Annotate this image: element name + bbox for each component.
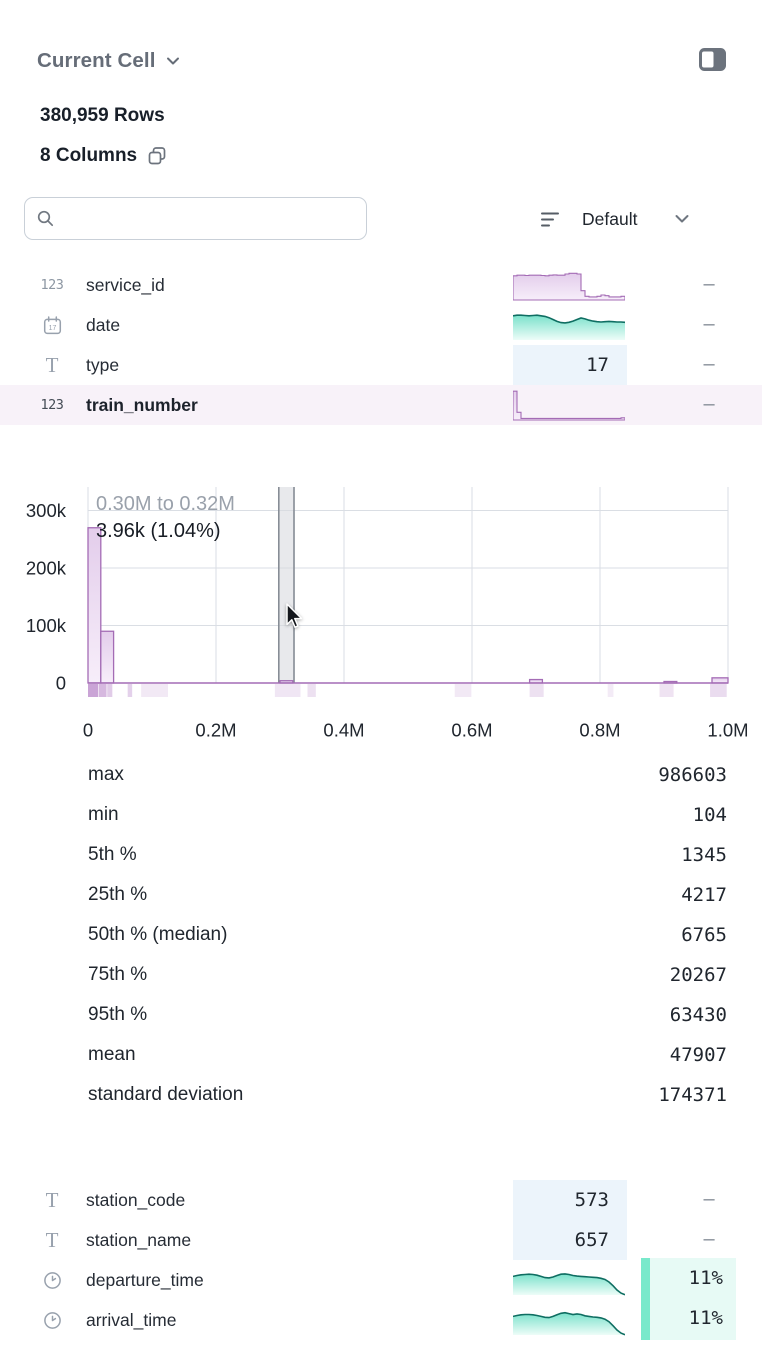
panel-toggle-icon[interactable] (699, 48, 726, 71)
column-name: train_number (86, 385, 198, 425)
column-name: date (86, 305, 120, 345)
column-name: station_code (86, 1180, 185, 1220)
stat-row: 75th %20267 (0, 955, 762, 995)
stat-row: 5th %1345 (0, 835, 762, 875)
clock-icon (34, 1260, 70, 1300)
search-input[interactable] (63, 209, 354, 229)
row-count: 380,959 Rows (40, 105, 165, 127)
histogram-hover-range: 0.30M to 0.32M (96, 491, 235, 517)
text-type-icon: T (34, 345, 70, 385)
departure-time-sparkline (513, 1264, 625, 1296)
svg-text:0: 0 (83, 720, 93, 741)
null-dash: – (694, 305, 724, 343)
sort-dropdown[interactable]: Default (541, 203, 690, 235)
text-type-icon: T (34, 1220, 70, 1260)
null-dash: – (694, 1220, 724, 1258)
stat-row: 50th % (median)6765 (0, 915, 762, 955)
column-name: arrival_time (86, 1300, 176, 1340)
svg-text:0.2M: 0.2M (195, 720, 236, 741)
null-percentage-badge: 11% 11% (641, 1258, 736, 1340)
stat-row: standard deviation174371 (0, 1075, 762, 1115)
column-count: 8 Columns (40, 145, 137, 167)
column-name: type (86, 345, 119, 385)
copy-icon[interactable] (147, 146, 167, 166)
text-type-icon: T (34, 1180, 70, 1220)
column-row-station-name[interactable]: T station_name 657 – (0, 1220, 762, 1260)
column-name: service_id (86, 265, 165, 305)
unique-count-badge: 573 (513, 1180, 627, 1220)
stat-row: mean47907 (0, 1035, 762, 1075)
number-type-icon: 123 (34, 385, 70, 425)
column-row-train-number[interactable]: 123 train_number – (0, 385, 762, 425)
svg-text:100k: 100k (26, 615, 67, 636)
column-row-date[interactable]: 17 date – (0, 305, 762, 345)
unique-count-badge: 17 (513, 345, 627, 385)
null-pct-arrival: 11% (650, 1298, 736, 1338)
svg-text:1.0M: 1.0M (707, 720, 748, 741)
svg-text:0: 0 (56, 673, 66, 694)
column-name: station_name (86, 1220, 191, 1260)
column-row-service-id[interactable]: 123 service_id – (0, 265, 762, 305)
column-search (24, 197, 367, 240)
calendar-icon: 17 (34, 305, 70, 345)
stat-row: 95th %63430 (0, 995, 762, 1035)
sort-selected-value: Default (582, 209, 637, 230)
chevron-down-icon (674, 214, 690, 224)
unique-count-badge: 657 (513, 1220, 627, 1260)
arrival-time-sparkline (513, 1304, 625, 1336)
null-dash: – (694, 1180, 724, 1218)
number-type-icon: 123 (34, 265, 70, 305)
service-id-sparkline (513, 269, 625, 301)
current-cell-dropdown[interactable]: Current Cell (37, 46, 180, 76)
svg-text:200k: 200k (26, 558, 67, 579)
chevron-down-icon (166, 57, 180, 66)
svg-text:0.6M: 0.6M (451, 720, 492, 741)
column-row-type[interactable]: T type 17 – (0, 345, 762, 385)
date-sparkline (513, 309, 625, 341)
clock-icon (34, 1300, 70, 1340)
null-pct-departure: 11% (650, 1258, 736, 1298)
svg-text:0.8M: 0.8M (579, 720, 620, 741)
search-icon (37, 210, 54, 227)
stat-row: max986603 (0, 755, 762, 795)
page-title: Current Cell (37, 49, 156, 73)
histogram-hover-value: 3.96k (1.04%) (96, 518, 221, 544)
null-dash: – (694, 385, 724, 423)
profile-panel: Current Cell 380,959 Rows 8 Columns Defa… (0, 0, 762, 1369)
sort-icon (541, 210, 563, 229)
column-name: departure_time (86, 1260, 204, 1300)
train-number-sparkline (513, 389, 625, 421)
svg-text:17: 17 (48, 325, 56, 332)
stat-row: min104 (0, 795, 762, 835)
null-dash: – (694, 265, 724, 303)
svg-text:300k: 300k (26, 500, 67, 521)
svg-text:0.4M: 0.4M (323, 720, 364, 741)
column-row-station-code[interactable]: T station_code 573 – (0, 1180, 762, 1220)
stat-row: 25th %4217 (0, 875, 762, 915)
summary-statistics: max986603 min104 5th %1345 25th %4217 50… (0, 755, 762, 1115)
null-dash: – (694, 345, 724, 383)
